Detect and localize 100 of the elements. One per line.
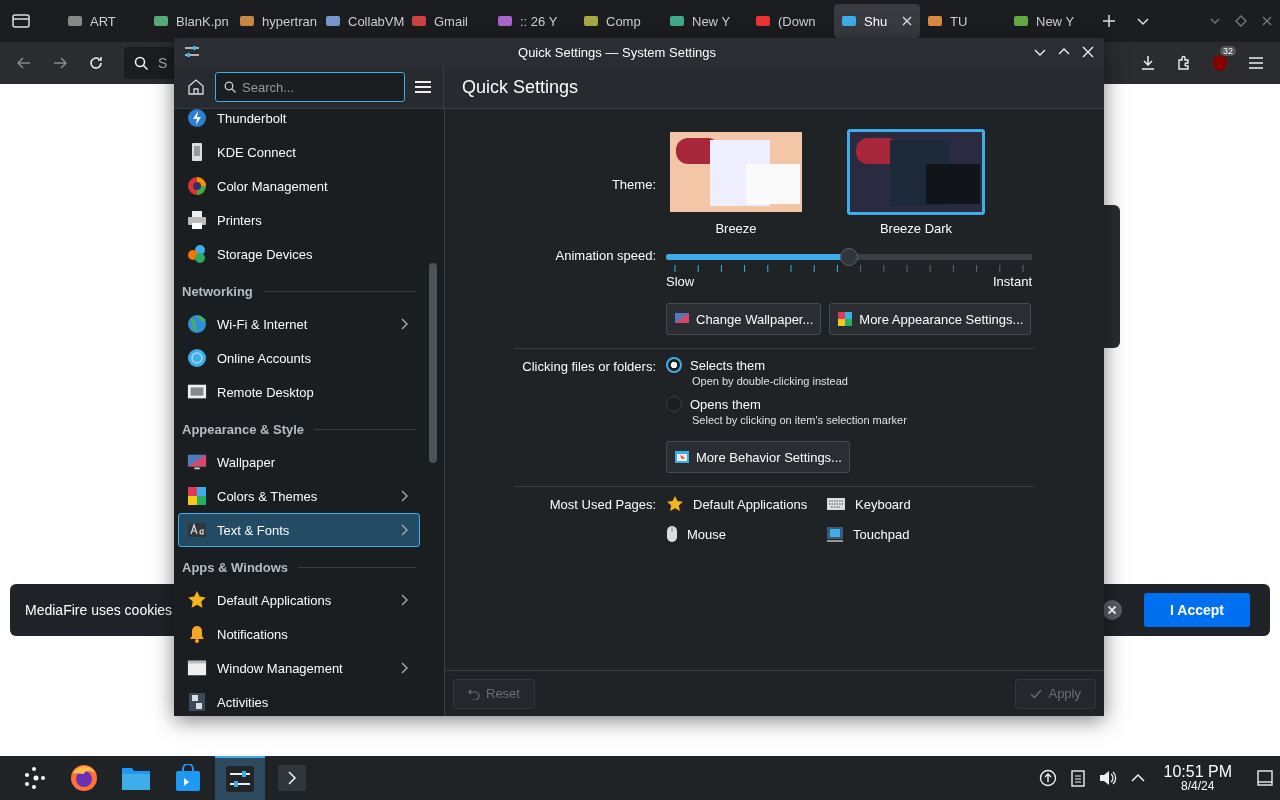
shopping-bag-icon	[175, 764, 201, 792]
browser-tab[interactable]: BlanK.pn	[146, 4, 232, 38]
bell-icon	[187, 624, 207, 644]
sidebar-item[interactable]: Colors & Themes	[178, 479, 420, 513]
palette-icon	[187, 486, 207, 506]
sidebar-item[interactable]: Default Applications	[178, 583, 420, 617]
sidebar-item[interactable]: Wallpaper	[178, 445, 420, 479]
section-heading: Appearance & Style	[182, 421, 305, 437]
sidebar-item[interactable]: Window Management	[178, 651, 420, 685]
checkmark-icon	[1030, 688, 1043, 699]
printer-icon	[187, 210, 207, 230]
slider-min-label: Slow	[666, 274, 695, 289]
folder-icon	[121, 765, 151, 791]
sidebar-item[interactable]: Storage Devices	[178, 237, 420, 271]
sidebar-item[interactable]: KDE Connect	[178, 135, 420, 169]
keyboard-icon	[826, 497, 846, 511]
browser-tab[interactable]: New Y	[662, 4, 748, 38]
sidebar-item[interactable]: Remote Desktop	[178, 375, 420, 409]
clock[interactable]: 10:51 PM 8/4/24	[1163, 762, 1232, 794]
radio-label: Selects them	[690, 357, 766, 373]
page-link[interactable]: Mouse	[666, 525, 826, 543]
browser-tab[interactable]: ART	[60, 4, 146, 38]
window-icon	[187, 659, 207, 677]
search-field[interactable]: Search...	[215, 72, 405, 102]
lightning-icon	[187, 109, 207, 128]
sidebar-item[interactable]: Thunderbolt	[178, 109, 420, 135]
app-launcher-icon[interactable]	[22, 766, 46, 790]
reload-icon[interactable]	[88, 55, 104, 71]
change-wallpaper-button[interactable]: Change Wallpaper...	[666, 303, 822, 335]
tab-list-icon[interactable]	[12, 13, 30, 29]
show-desktop-icon[interactable]	[1257, 770, 1273, 786]
radio-button[interactable]	[666, 357, 682, 373]
page-link[interactable]: Touchpad	[826, 525, 1035, 543]
color-wheel-icon	[187, 176, 207, 196]
drives-icon	[187, 244, 207, 264]
theme-name: Breeze Dark	[879, 221, 953, 236]
field-label: Most Used Pages:	[549, 497, 656, 512]
field-label: Theme:	[611, 177, 656, 192]
accept-button[interactable]: I Accept	[1144, 593, 1250, 627]
page-link[interactable]: Default Applications	[666, 495, 826, 513]
forward-icon[interactable]	[52, 55, 68, 71]
download-icon[interactable]	[1140, 55, 1156, 71]
browser-tab[interactable]: CollabVM	[318, 4, 404, 38]
search-icon	[224, 81, 236, 93]
section-heading: Apps & Windows	[182, 559, 289, 575]
clock-time: 10:51 PM	[1163, 762, 1232, 781]
sidebar-item[interactable]: Online Accounts	[178, 341, 420, 375]
update-icon[interactable]	[1038, 769, 1057, 787]
new-tab-icon[interactable]	[1102, 14, 1116, 28]
globe-icon	[187, 348, 207, 368]
page-link[interactable]: Keyboard	[826, 495, 1035, 513]
scrollbar-thumb[interactable]	[429, 263, 437, 463]
activities-icon	[187, 692, 207, 712]
chevron-up-icon[interactable]	[1130, 773, 1145, 783]
browser-tab[interactable]: Comp	[576, 4, 662, 38]
sidebar-item[interactable]: Wi-Fi & Internet	[178, 307, 420, 341]
sidebar-item[interactable]: Notifications	[178, 617, 420, 651]
option-hint: Open by double-clicking instead	[691, 375, 848, 387]
settings-task[interactable]	[215, 756, 265, 800]
browser-tab[interactable]: hypertran	[232, 4, 318, 38]
monitor-icon	[674, 312, 690, 326]
browser-tab[interactable]: New Y	[1006, 4, 1092, 38]
theme-preview[interactable]	[847, 129, 985, 215]
window-title: Quick Settings — System Settings	[517, 44, 717, 60]
browser-tab[interactable]: Gmail	[404, 4, 490, 38]
count-badge: 32	[1220, 46, 1236, 56]
radio-button[interactable]	[666, 396, 682, 412]
restore-icon[interactable]	[1235, 15, 1247, 27]
slider-handle[interactable]	[840, 248, 858, 266]
sidebar-item[interactable]: Text & Fonts	[178, 513, 420, 547]
theme-name: Breeze	[715, 221, 757, 236]
behavior-settings-button[interactable]: More Behavior Settings...	[666, 441, 850, 473]
section-heading: Networking	[182, 283, 253, 299]
sidebar-item[interactable]: Color Management	[178, 169, 420, 203]
back-icon[interactable]	[16, 55, 32, 71]
browser-tab[interactable]: Shu	[834, 4, 920, 38]
home-icon[interactable]	[187, 78, 205, 96]
font-icon	[187, 520, 207, 540]
slider-max-label: Instant	[992, 274, 1032, 289]
browser-tab[interactable]: TU	[920, 4, 1006, 38]
sidebar-item[interactable]: Printers	[178, 203, 420, 237]
volume-icon[interactable]	[1098, 770, 1117, 786]
palette-icon	[837, 311, 854, 327]
terminal-icon	[277, 764, 307, 792]
menu-icon[interactable]	[1248, 56, 1264, 70]
field-label: Animation speed:	[555, 247, 656, 263]
globe-icon	[187, 314, 207, 334]
search-icon	[134, 56, 149, 71]
appearance-settings-button[interactable]: More Appearance Settings...	[829, 303, 1032, 335]
sidebar-item[interactable]: Activities	[178, 685, 420, 716]
undo-icon	[468, 687, 480, 700]
sliders-icon	[225, 765, 255, 793]
theme-preview[interactable]	[667, 129, 805, 215]
clipboard-icon[interactable]	[1070, 769, 1085, 787]
browser-tab[interactable]: :: 26 Y	[490, 4, 576, 38]
fox-globe-icon	[69, 763, 99, 793]
menu-icon[interactable]	[415, 80, 431, 94]
puzzle-icon[interactable]	[1176, 55, 1192, 71]
browser-tab[interactable]: (Down	[748, 4, 834, 38]
option-hint: Select by clicking on item's selection marker	[691, 414, 907, 426]
